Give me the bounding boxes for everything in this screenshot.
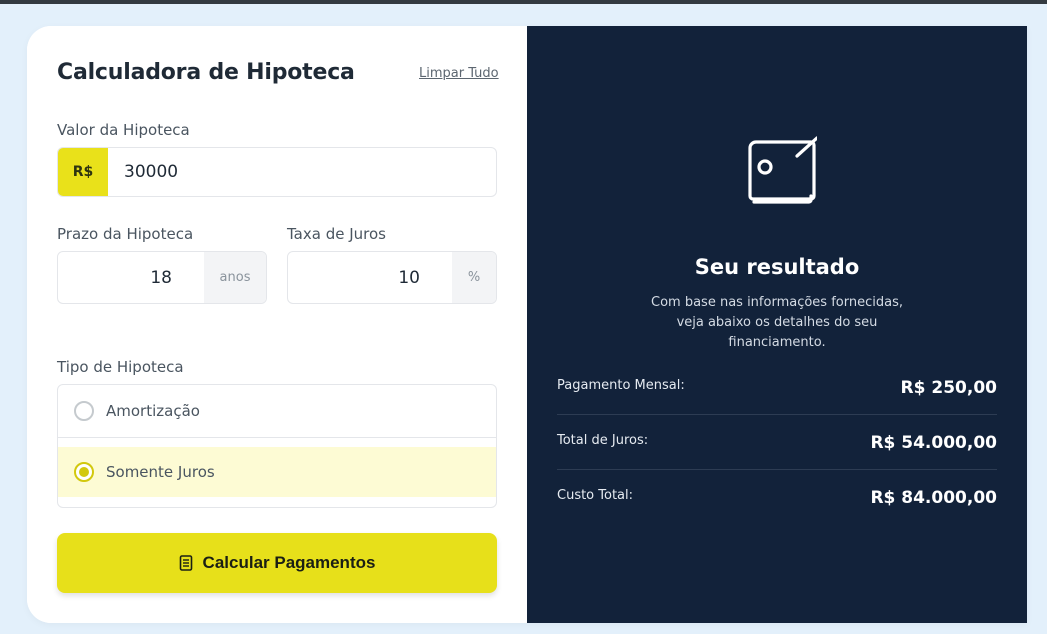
option-repayment-label: Amortização [106, 402, 200, 420]
divider [557, 469, 997, 470]
amount-input[interactable]: 30000 [108, 148, 496, 196]
wallet-icon [737, 136, 819, 216]
clear-all-link[interactable]: Limpar Tudo [419, 66, 499, 81]
option-interest-only[interactable]: Somente Juros [58, 447, 496, 497]
top-bar [0, 0, 1047, 4]
mortgage-type-group: Amortização Somente Juros [57, 384, 497, 508]
calculator-card: Calculadora de Hipoteca Limpar Tudo Valo… [27, 26, 1027, 623]
term-label: Prazo da Hipoteca [57, 225, 194, 243]
result-row-total: Custo Total: R$ 84.000,00 [557, 488, 997, 543]
currency-prefix: R$ [58, 148, 108, 196]
total-cost-value: R$ 84.000,00 [870, 488, 997, 508]
monthly-payment-value: R$ 250,00 [900, 378, 997, 398]
rate-input[interactable]: 10 [288, 252, 452, 303]
rate-unit: % [452, 252, 496, 303]
mortgage-type-label: Tipo de Hipoteca [57, 358, 184, 376]
form-panel: Calculadora de Hipoteca Limpar Tudo Valo… [27, 26, 527, 623]
document-icon [179, 555, 193, 571]
radio-interest-only[interactable] [74, 462, 94, 482]
option-interest-only-label: Somente Juros [106, 463, 215, 481]
rate-label: Taxa de Juros [287, 225, 386, 243]
monthly-payment-label: Pagamento Mensal: [557, 378, 685, 393]
calculate-button-label: Calcular Pagamentos [202, 553, 376, 572]
amount-label: Valor da Hipoteca [57, 121, 190, 139]
term-field[interactable]: 18 anos [57, 251, 267, 304]
total-cost-label: Custo Total: [557, 488, 634, 503]
result-description: Com base nas informações fornecidas, vej… [651, 295, 903, 350]
option-repayment[interactable]: Amortização [58, 385, 496, 438]
total-interest-value: R$ 54.000,00 [870, 433, 997, 453]
result-row-monthly: Pagamento Mensal: R$ 250,00 [557, 378, 997, 433]
amount-field[interactable]: R$ 30000 [57, 147, 497, 197]
term-unit: anos [204, 252, 266, 303]
total-interest-label: Total de Juros: [557, 433, 649, 448]
rate-field[interactable]: 10 % [287, 251, 497, 304]
page-title: Calculadora de Hipoteca [57, 60, 355, 85]
result-panel: Seu resultado Com base nas informações f… [527, 26, 1027, 623]
term-input[interactable]: 18 [58, 252, 204, 303]
result-row-interest: Total de Juros: R$ 54.000,00 [557, 433, 997, 488]
radio-repayment[interactable] [74, 401, 94, 421]
calculate-button[interactable]: Calcular Pagamentos [57, 533, 497, 593]
result-title: Seu resultado [694, 255, 860, 279]
divider [557, 414, 997, 415]
